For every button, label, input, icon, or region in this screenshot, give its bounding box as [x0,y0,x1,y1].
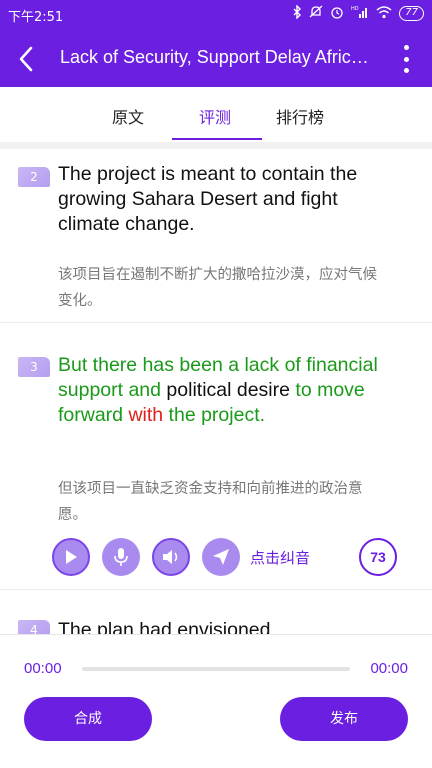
sentence-list[interactable]: 2 The project is meant to contain the gr… [0,149,432,634]
back-button[interactable] [10,42,42,76]
back-arrow-icon [19,46,33,72]
record-button[interactable] [102,538,140,576]
speaker-icon [163,550,178,564]
sentence-actions: 点击纠音 73 [52,538,412,578]
status-bar: 下午2:51 HD 77 [0,0,432,30]
app-header: 下午2:51 HD 77 Lack of Security, Support D… [0,0,432,87]
wifi-icon [376,5,392,22]
more-dot-icon [403,68,409,73]
sentence-segment: The project is meant to contain the grow… [58,163,358,235]
sentence-number-badge: 2 [18,167,50,187]
sentence-card[interactable]: 4 The plan had envisioned [0,590,432,634]
pronunciation-correct-link[interactable]: 点击纠音 [250,547,310,568]
more-dot-icon [403,56,409,62]
sentence-english: But there has been a lack of financial s… [58,353,378,428]
send-icon [213,549,229,565]
sentence-segment: political desire [166,379,296,401]
bluetooth-icon [292,4,302,22]
sentence-number-badge: 4 [18,620,50,634]
current-time: 00:00 [24,660,62,677]
tab-evaluation[interactable]: 评测 [199,104,231,128]
play-recording-button[interactable] [152,538,190,576]
app-bar: Lack of Security, Support Delay African … [0,30,432,87]
mute-icon [309,5,323,22]
microphone-icon [114,548,128,566]
more-options-button[interactable] [398,42,414,76]
tab-original[interactable]: 原文 [112,104,144,128]
play-icon [66,550,77,564]
sentence-translation: 但该项目一直缺乏资金支持和向前推进的政治意愿。 [58,481,363,523]
more-dot-icon [403,45,409,50]
score-badge: 73 [359,538,397,576]
sentence-card[interactable]: 3 But there has been a lack of financial… [0,323,432,590]
network-label: HD [351,6,359,12]
alarm-icon [330,5,344,22]
total-time: 00:00 [370,660,408,677]
sentence-segment-wrong: with [128,404,164,426]
player-footer: 00:00 00:00 合成 发布 [0,634,432,768]
play-original-button[interactable] [52,538,90,576]
divider [0,142,432,149]
sentence-segment-correct: the project. [163,404,266,426]
sentence-translation: 该项目旨在遏制不断扩大的撒哈拉沙漠，应对气候变化。 [58,267,377,309]
progress-bar[interactable] [82,667,350,671]
synthesize-button[interactable]: 合成 [24,697,152,741]
battery-indicator: 77 [399,6,424,21]
status-time: 下午2:51 [8,10,64,25]
publish-button[interactable]: 发布 [280,697,408,741]
sentence-english: The project is meant to contain the grow… [58,162,378,237]
share-button[interactable] [202,538,240,576]
sentence-card[interactable]: 2 The project is meant to contain the gr… [0,149,432,323]
tab-active-indicator [172,138,262,140]
sentence-number-badge: 3 [18,357,50,377]
tab-bar: 原文 评测 排行榜 [0,87,432,142]
tab-leaderboard[interactable]: 排行榜 [276,104,324,128]
page-title: Lack of Security, Support Delay African … [60,47,378,67]
signal-icon: HD [351,5,369,22]
status-icons: HD 77 [292,4,424,22]
sentence-segment: The plan had envisioned [58,619,271,634]
sentence-english: The plan had envisioned [58,618,378,634]
